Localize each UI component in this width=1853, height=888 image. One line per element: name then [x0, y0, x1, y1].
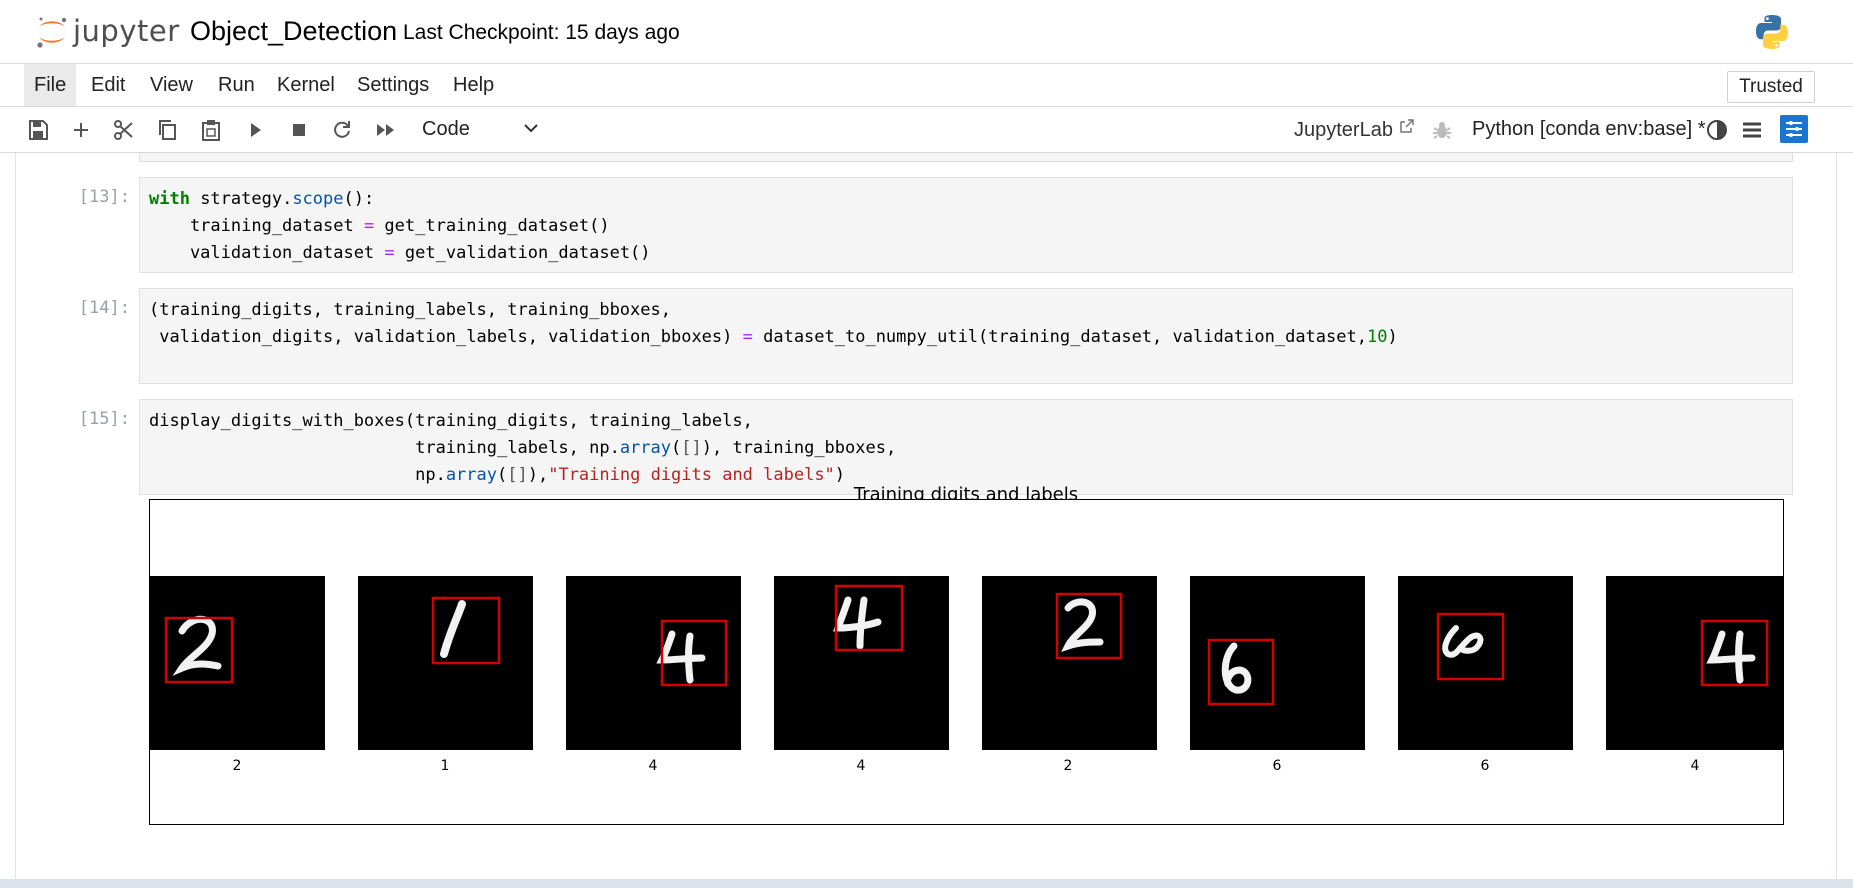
output-figure: Training digits and labels 2 1 4 4 2 6 6… — [148, 484, 1784, 825]
menu-bar: File Edit View Run Kernel Settings Help … — [0, 64, 1853, 107]
menu-run[interactable]: Run — [208, 64, 265, 106]
menu-help[interactable]: Help — [443, 64, 504, 106]
digit-label: 1 — [440, 758, 450, 774]
code-token: array — [445, 465, 497, 485]
notebook-toolbar: Code JupyterLab Python [conda env:base] … — [0, 107, 1853, 153]
theme-toggle-icon[interactable] — [1705, 118, 1729, 142]
jupyter-logo-icon — [37, 17, 67, 48]
digit-image — [982, 576, 1157, 750]
code-cell-13[interactable]: with strategy.scope(): training_dataset … — [139, 177, 1793, 273]
add-cell-icon[interactable] — [69, 118, 93, 142]
cell-type-select[interactable]: Code — [422, 115, 542, 143]
debugger-bug-icon[interactable] — [1430, 118, 1454, 142]
digit-image — [774, 576, 949, 750]
paste-icon[interactable] — [199, 118, 223, 142]
figure-frame: 2 1 4 4 2 6 6 4 — [149, 499, 1784, 825]
property-inspector-icon[interactable] — [1780, 115, 1808, 143]
digit-image — [566, 576, 741, 750]
menu-file[interactable]: File — [24, 64, 77, 106]
notebook-area: [13]: with strategy.scope(): training_da… — [0, 153, 1853, 880]
open-jupyterlab-link[interactable]: JupyterLab — [1294, 118, 1415, 142]
digit-label: 2 — [232, 758, 242, 774]
code-token: = — [363, 216, 375, 236]
trusted-indicator[interactable]: Trusted — [1727, 71, 1815, 103]
code-token: "Training digits and labels" — [548, 465, 835, 485]
cell-prompt-15: [15]: — [78, 409, 130, 429]
kernel-name[interactable]: Python [conda env:base] * — [1472, 118, 1706, 141]
code-token: [] — [507, 465, 528, 485]
stop-icon[interactable] — [287, 118, 311, 142]
code-token: = — [384, 243, 395, 263]
jupyterlab-label: JupyterLab — [1294, 119, 1393, 141]
digit-label: 6 — [1480, 758, 1490, 774]
last-checkpoint: Last Checkpoint: 15 days ago — [403, 21, 680, 44]
menu-kernel[interactable]: Kernel — [267, 64, 345, 106]
bounding-box — [834, 584, 904, 652]
code-token: [] — [681, 438, 702, 458]
external-link-icon — [1399, 119, 1414, 133]
notebook-left-border — [15, 153, 16, 880]
code-token: 10 — [1366, 327, 1388, 347]
notebook-right-border — [1836, 153, 1837, 880]
notebook-header: jupyter Object_Detection Last Checkpoint… — [0, 0, 1853, 64]
copy-icon[interactable] — [155, 118, 179, 142]
restart-icon[interactable] — [330, 118, 354, 142]
save-icon[interactable] — [26, 118, 50, 142]
previous-cell-edge — [139, 153, 1793, 162]
digit-label: 6 — [1272, 758, 1282, 774]
run-icon[interactable] — [243, 118, 267, 142]
keyword-with: with — [149, 189, 190, 209]
code-token: scope — [292, 189, 344, 209]
digit-label: 4 — [1690, 758, 1700, 774]
digit-image — [150, 576, 325, 750]
code-cell-14[interactable]: (training_digits, training_labels, train… — [139, 288, 1793, 384]
digit-image — [1190, 576, 1365, 750]
menu-lines-icon[interactable] — [1740, 118, 1764, 142]
code-token: array — [619, 438, 671, 458]
code-cell-15[interactable]: display_digits_with_boxes(training_digit… — [139, 399, 1793, 495]
notebook-title[interactable]: Object_Detection — [190, 16, 397, 47]
cell-prompt-13: [13]: — [78, 187, 130, 207]
menu-edit[interactable]: Edit — [81, 64, 135, 106]
digit-label: 4 — [856, 758, 866, 774]
digit-label: 2 — [1063, 758, 1073, 774]
code-token: = — [742, 327, 753, 347]
digit-image — [1606, 576, 1783, 750]
jupyter-logo-text: jupyter — [73, 14, 180, 48]
digit-label: 4 — [648, 758, 658, 774]
menu-view[interactable]: View — [140, 64, 203, 106]
digit-image — [358, 576, 533, 750]
chevron-down-icon — [522, 117, 540, 135]
python-logo-icon — [1752, 12, 1792, 52]
jupyter-logo[interactable]: jupyter — [34, 14, 184, 54]
bottom-status-strip — [0, 879, 1853, 888]
digit-image — [1398, 576, 1573, 750]
cell-type-value: Code — [422, 118, 470, 140]
cut-icon[interactable] — [112, 118, 136, 142]
cell-prompt-14: [14]: — [78, 298, 130, 318]
menu-settings[interactable]: Settings — [347, 64, 439, 106]
fast-forward-icon[interactable] — [374, 118, 398, 142]
